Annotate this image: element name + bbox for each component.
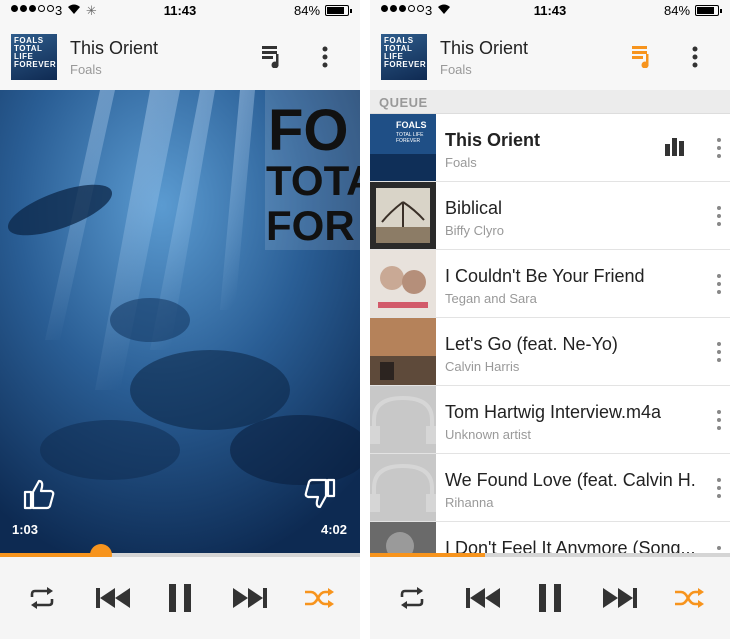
more-vert-icon[interactable] (713, 272, 725, 296)
svg-text:FO: FO (268, 98, 349, 163)
queue-screen: 3 11:43 84% FOALS TOTAL LIFE FOREVER Thi… (370, 0, 730, 639)
more-vert-icon[interactable] (713, 136, 725, 160)
queue-icon[interactable] (262, 44, 282, 69)
queue-item-artist: Calvin Harris (445, 359, 520, 374)
more-vert-icon[interactable] (686, 44, 704, 70)
queue-list: FOALS TOTAL LIFE FOREVER This Orient Foa… (370, 114, 730, 553)
status-bar: 3 ✳ 11:43 84% (0, 0, 360, 22)
more-vert-icon[interactable] (713, 340, 725, 364)
status-bar: 3 11:43 84% (370, 0, 730, 22)
more-vert-icon[interactable] (713, 544, 725, 553)
headphones-placeholder-icon (370, 386, 436, 453)
queue-item[interactable]: We Found Love (feat. Calvin H... Rihanna (370, 454, 730, 522)
now-playing-header: FOALS TOTAL LIFE FOREVER This Orient Foa… (370, 22, 730, 90)
battery-icon (695, 5, 722, 16)
more-vert-icon[interactable] (713, 204, 725, 228)
now-playing-header: FOALS TOTAL LIFE FOREVER This Orient Foa… (0, 22, 360, 90)
queue-item-art (370, 182, 436, 249)
queue-section-header: QUEUE (370, 90, 730, 114)
header-album-art[interactable]: FOALS TOTAL LIFE FOREVER (11, 34, 57, 80)
svg-text:FOR: FOR (266, 202, 355, 249)
queue-item-artist: Tegan and Sara (445, 291, 537, 306)
queue-item[interactable]: Biblical Biffy Clyro (370, 182, 730, 250)
pause-icon[interactable] (533, 583, 567, 613)
queue-item-artist: Rihanna (445, 495, 494, 510)
album-art-lettering: FOALS TOTAL LIFE FOREVER (384, 36, 427, 69)
skip-next-icon[interactable] (603, 583, 637, 613)
queue-label: QUEUE (379, 95, 428, 110)
battery-icon (325, 5, 352, 16)
svg-text:TOTA: TOTA (266, 157, 360, 204)
skip-previous-icon[interactable] (96, 583, 130, 613)
track-artist: Foals (70, 62, 102, 77)
queue-item-artist: Foals (445, 155, 477, 170)
svg-text:FOREVER: FOREVER (396, 138, 421, 144)
battery-percent: 84% (664, 3, 691, 18)
skip-previous-icon[interactable] (466, 583, 500, 613)
queue-item-title: I Couldn't Be Your Friend (445, 266, 645, 286)
queue-item-title: We Found Love (feat. Calvin H... (445, 470, 695, 490)
track-title: This Orient (70, 38, 159, 58)
thumb-down-icon[interactable] (303, 478, 337, 510)
more-vert-icon[interactable] (316, 44, 334, 70)
queue-item-artist: Biffy Clyro (445, 223, 504, 238)
queue-item[interactable]: FOALS TOTAL LIFE FOREVER This Orient Foa… (370, 114, 730, 182)
total-duration: 4:02 (321, 522, 348, 537)
queue-item[interactable]: Let's Go (feat. Ne-Yo) Calvin Harris (370, 318, 730, 386)
queue-item-title: Biblical (445, 198, 503, 218)
shuffle-icon[interactable] (672, 583, 706, 613)
queue-item[interactable]: I Couldn't Be Your Friend Tegan and Sara (370, 250, 730, 318)
queue-icon[interactable] (632, 44, 652, 69)
queue-item-art: FOALS TOTAL LIFE FOREVER (370, 114, 436, 181)
repeat-icon[interactable] (395, 583, 429, 613)
header-album-art[interactable]: FOALS TOTAL LIFE FOREVER (381, 34, 427, 80)
queue-item[interactable]: I Don't Feel It Anymore (Song... (370, 522, 730, 553)
repeat-icon[interactable] (25, 583, 59, 613)
queue-item-title: Tom Hartwig Interview.m4a (445, 402, 662, 422)
album-art-lettering: FOALS TOTAL LIFE FOREVER (14, 36, 57, 69)
shuffle-icon[interactable] (302, 583, 336, 613)
headphones-placeholder-icon (370, 454, 436, 521)
more-vert-icon[interactable] (713, 408, 725, 432)
skip-next-icon[interactable] (233, 583, 267, 613)
queue-item[interactable]: Tom Hartwig Interview.m4a Unknown artist (370, 386, 730, 454)
elapsed-time: 1:03 (12, 522, 39, 537)
now-playing-screen: 3 ✳ 11:43 84% FOALS TOTAL LIFE FOREVER T… (0, 0, 360, 639)
battery-percent: 84% (294, 3, 321, 18)
more-vert-icon[interactable] (713, 476, 725, 500)
playback-controls (370, 557, 730, 639)
queue-item-art (370, 318, 436, 385)
queue-item-art (370, 250, 436, 317)
queue-item-artist: Unknown artist (445, 427, 531, 442)
thumb-up-icon[interactable] (22, 478, 56, 510)
queue-item-title: Let's Go (feat. Ne-Yo) (445, 334, 618, 354)
playback-controls (0, 557, 360, 639)
queue-item-title: I Don't Feel It Anymore (Song... (445, 538, 695, 553)
queue-item-title: This Orient (445, 130, 541, 150)
track-artist: Foals (440, 62, 472, 77)
queue-item-art (370, 522, 436, 553)
equalizer-icon (665, 138, 685, 156)
track-title: This Orient (440, 38, 529, 58)
svg-text:FOALS: FOALS (396, 120, 427, 130)
pause-icon[interactable] (163, 583, 197, 613)
